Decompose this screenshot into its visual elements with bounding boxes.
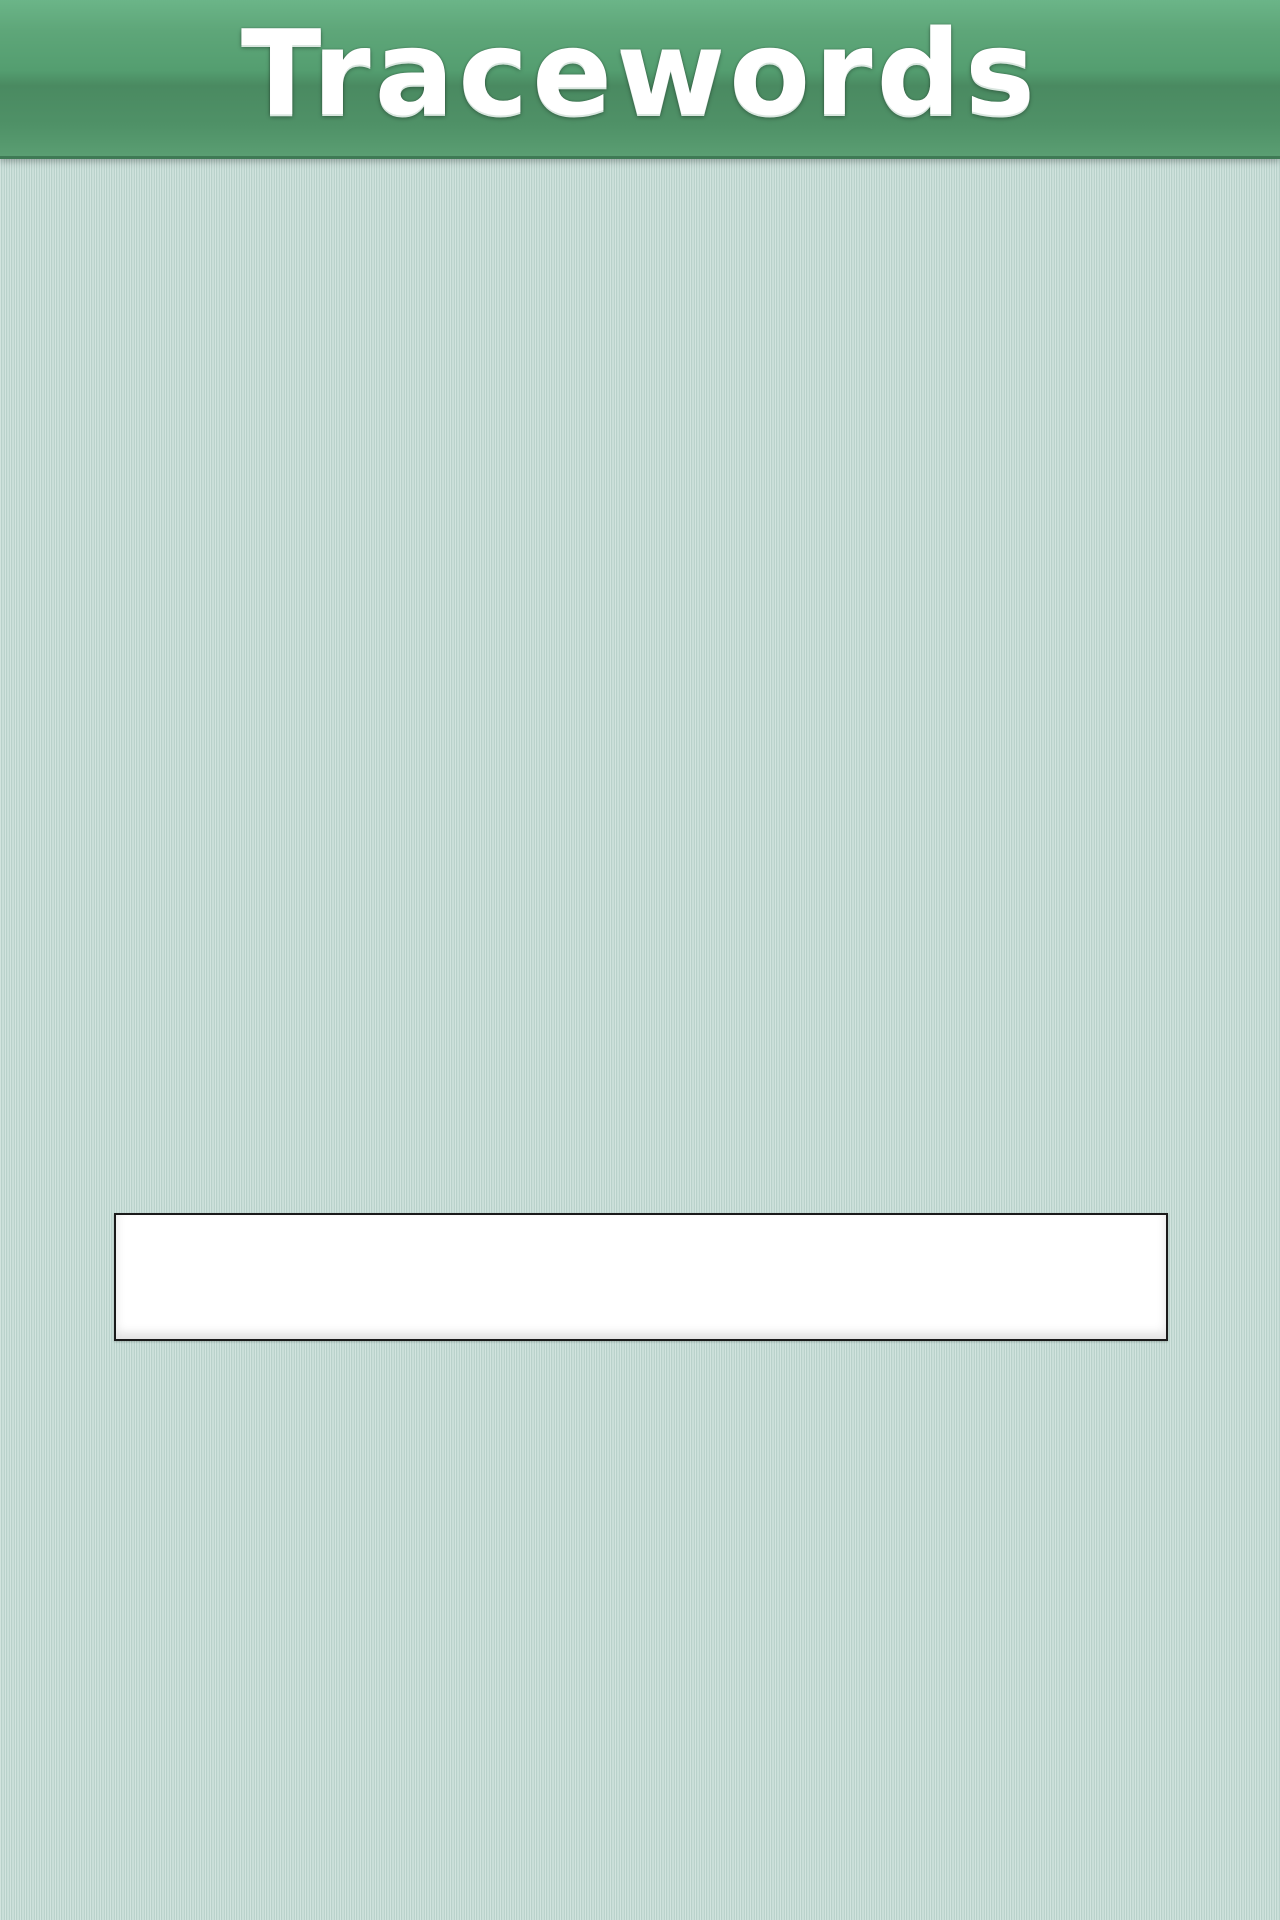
app-screen: Tracewords — [0, 0, 1280, 1920]
word-input-box[interactable] — [114, 1213, 1168, 1341]
app-title: Tracewords — [240, 4, 1040, 142]
title-bar: Tracewords — [0, 0, 1280, 159]
word-input[interactable] — [116, 1215, 1166, 1339]
